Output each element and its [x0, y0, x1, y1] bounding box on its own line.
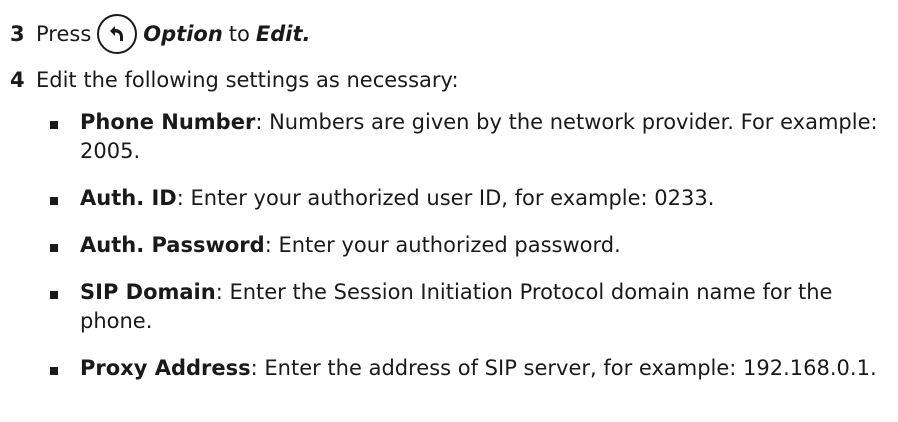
setting-term: SIP Domain [80, 280, 216, 304]
step-3: 3 Press Option to Edit. [10, 10, 310, 58]
step-4: 4 Edit the following settings as necessa… [10, 66, 459, 94]
list-item-auth-id: Auth. ID: Enter your authorized user ID,… [50, 184, 880, 213]
setting-term: Auth. Password [80, 233, 265, 257]
to-text: to [228, 22, 250, 46]
option-key-icon [97, 14, 138, 54]
option-label: Option [143, 22, 223, 46]
setting-description: : Enter the address of SIP server, for e… [250, 356, 877, 380]
setting-description: : Enter your authorized user ID, for exa… [176, 186, 715, 210]
bullet-square-icon [50, 291, 58, 299]
setting-term: Proxy Address [80, 356, 251, 380]
bullet-square-icon [50, 367, 58, 375]
curved-arrow-icon [110, 26, 124, 41]
step-number: 4 [10, 68, 25, 92]
press-text: Press [36, 22, 92, 46]
list-item-auth-password: Auth. Password: Enter your authorized pa… [50, 231, 880, 260]
bullet-square-icon [50, 244, 58, 252]
bullet-square-icon [50, 197, 58, 205]
bullet-square-icon [50, 121, 58, 129]
setting-description: : Enter your authorized password. [264, 233, 621, 257]
list-item-sip-domain: SIP Domain: Enter the Session Initiation… [50, 278, 880, 336]
step-text: Edit the following settings as necessary… [36, 68, 459, 92]
setting-term: Auth. ID [80, 186, 177, 210]
list-item-proxy-address: Proxy Address: Enter the address of SIP … [50, 354, 880, 383]
list-item-phone-number: Phone Number: Numbers are given by the n… [50, 108, 880, 166]
settings-list: Phone Number: Numbers are given by the n… [50, 108, 880, 383]
step-number: 3 [10, 22, 25, 46]
edit-label: Edit. [255, 22, 311, 46]
setting-term: Phone Number [80, 110, 256, 134]
